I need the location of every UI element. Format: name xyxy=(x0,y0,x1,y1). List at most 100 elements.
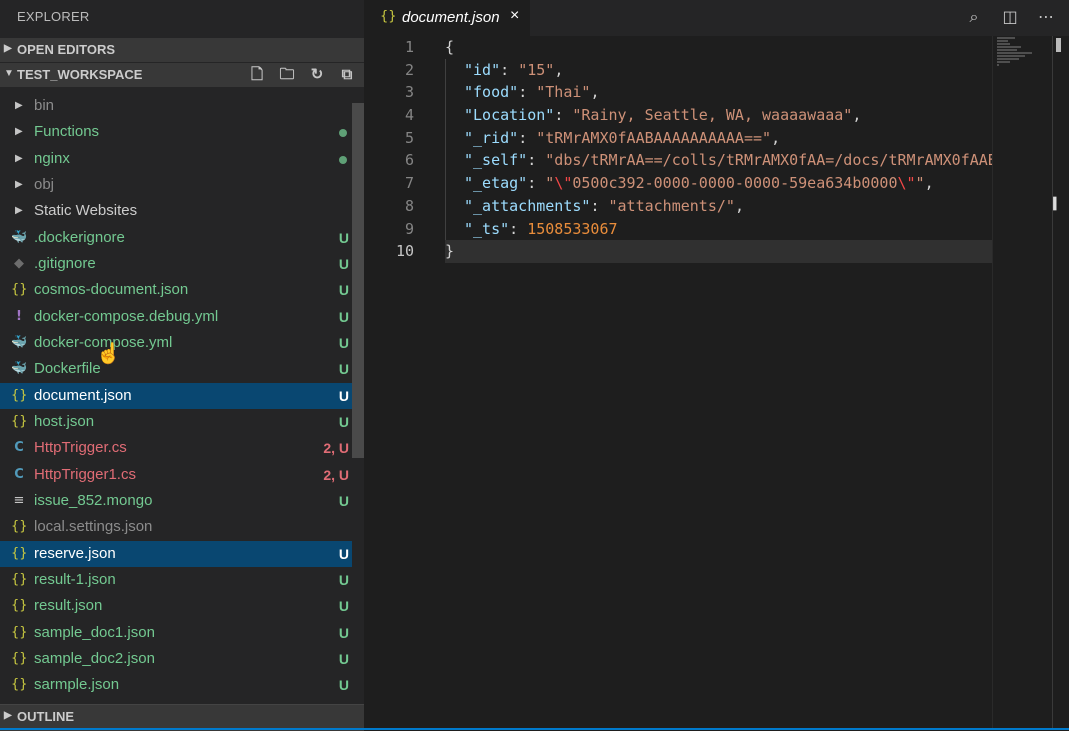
file-item[interactable]: ! docker-compose.debug.yml U xyxy=(0,304,352,330)
editor-scrollbar[interactable] xyxy=(1052,36,1053,730)
code-token: , xyxy=(734,196,744,215)
code-line[interactable]: "food": "Thai", xyxy=(445,81,993,105)
line-number: 6 xyxy=(404,151,414,170)
code-token: "15" xyxy=(518,60,555,79)
git-status-badge: U xyxy=(338,229,349,246)
minimap-line xyxy=(997,46,1021,48)
docker-icon: 🐳 xyxy=(11,361,28,377)
item-label: .dockerignore xyxy=(34,228,125,246)
workspace-actions: 🗋 🗀 ↻ ⧉ xyxy=(236,66,356,84)
folder-item[interactable]: ▶ Static Websites xyxy=(0,198,352,224)
folder-item[interactable]: ▶ obj xyxy=(0,172,352,198)
folder-item[interactable]: ▶ nginx xyxy=(0,146,352,172)
minimap-line xyxy=(997,40,1008,42)
code-line[interactable]: "_rid": "tRMrAMX0fAABAAAAAAAAAA==", xyxy=(445,126,993,150)
collapse-all-icon[interactable]: ⧉ xyxy=(338,66,356,84)
file-item[interactable]: C HttpTrigger1.cs 2, U xyxy=(0,462,352,488)
close-icon[interactable]: × xyxy=(510,7,519,25)
file-item[interactable]: {} sample_doc1.json U xyxy=(0,620,352,646)
file-item[interactable]: {} result.json U xyxy=(0,593,352,619)
file-item[interactable]: {} reserve.json U xyxy=(0,540,352,567)
minimap-line xyxy=(997,43,1011,45)
json-icon: {} xyxy=(11,624,28,640)
minimap-line xyxy=(997,61,1011,63)
file-item[interactable]: 🐳 Dockerfile U xyxy=(0,356,352,382)
file-item[interactable]: {} host.json U xyxy=(0,409,352,435)
code-line[interactable]: "_attachments": "attachments/", xyxy=(445,194,993,218)
line-number: 4 xyxy=(404,106,414,125)
item-label: local.settings.json xyxy=(34,518,153,536)
code-line[interactable]: { xyxy=(445,36,993,59)
code-line[interactable]: "_ts": 1508533067 xyxy=(445,217,993,241)
outline-section[interactable]: ▶ OUTLINE xyxy=(0,704,364,731)
file-item[interactable]: 🐳 .dockerignore U xyxy=(0,225,352,251)
code-line[interactable]: "id": "15", xyxy=(445,58,993,82)
file-item[interactable]: {} local.settings.json xyxy=(0,514,352,540)
minimap-line xyxy=(997,58,1019,60)
folder-item[interactable]: ▶ Functions xyxy=(0,119,352,145)
code-token: : xyxy=(509,219,528,238)
code-editor[interactable]: 1 2 3 4 5 6 7 8 9 10 {"id": "15", "food": "Thai", "… xyxy=(364,36,1069,730)
git-status-badge: U xyxy=(338,545,349,562)
code-token: : xyxy=(527,174,546,193)
file-item[interactable]: 🐳 docker-compose.yml U xyxy=(0,330,352,356)
code-line[interactable]: "_etag": "\"0500c392-0000-0000-0000-59ea… xyxy=(445,172,993,195)
code-token: "dbs/tRMrAA==/colls/tRMrAMX0fAA=/docs/tR… xyxy=(545,151,993,170)
file-item[interactable]: {} cosmos-document.json U xyxy=(0,277,352,303)
folder-item[interactable]: ▶ bin xyxy=(0,93,352,119)
item-label: HttpTrigger.cs xyxy=(34,439,127,457)
line-number: 10 xyxy=(395,242,414,261)
file-item[interactable]: {} sarmple.json U xyxy=(0,672,352,698)
code-line[interactable]: "Location": "Rainy, Seattle, WA, waaaawa… xyxy=(445,104,993,127)
file-item[interactable]: {} sample_doc2.json U xyxy=(0,646,352,672)
new-folder-icon[interactable]: 🗀 xyxy=(278,66,296,84)
file-item[interactable]: ◆ .gitignore U xyxy=(0,251,352,277)
item-label: cosmos-document.json xyxy=(34,281,189,299)
tab-document-json[interactable]: {} document.json × xyxy=(364,0,530,36)
line-number: 7 xyxy=(404,174,414,193)
minimap[interactable] xyxy=(992,36,1053,730)
code-line[interactable]: } xyxy=(445,240,993,263)
chevron-right-icon: ▶ xyxy=(15,205,23,217)
modified-dot-icon xyxy=(339,155,347,164)
refresh-icon[interactable]: ↻ xyxy=(308,66,326,84)
file-item[interactable]: C HttpTrigger.cs 2, U xyxy=(0,435,352,461)
text-lines-icon: ≡ xyxy=(13,492,25,508)
minimap-line xyxy=(997,49,1018,51)
code-token: "Location" xyxy=(464,106,555,125)
git-status-badge: U xyxy=(338,492,349,509)
tab-bar: {} document.json × ⌕ ◫ ⋯ xyxy=(364,0,1069,36)
file-item[interactable]: {} result-1.json U xyxy=(0,567,352,593)
csharp-icon: C xyxy=(14,440,24,456)
item-label: host.json xyxy=(34,412,95,430)
line-number: 2 xyxy=(404,60,414,79)
chevron-right-icon: ▶ xyxy=(15,152,23,164)
json-icon: {} xyxy=(11,571,28,587)
git-status-badge: U xyxy=(338,361,349,378)
open-editors-section[interactable]: ▶ OPEN EDITORS xyxy=(0,38,364,62)
open-changes-icon[interactable]: ⌕ xyxy=(963,7,985,27)
chevron-right-icon: ▶ xyxy=(15,100,23,111)
git-status-badge: U xyxy=(338,598,349,615)
minimap-line xyxy=(997,55,1025,57)
new-file-icon[interactable]: 🗋 xyxy=(248,66,266,84)
line-number: 8 xyxy=(404,196,414,215)
item-label: issue_852.mongo xyxy=(34,491,153,509)
code-token: } xyxy=(445,242,455,261)
split-editor-icon[interactable]: ◫ xyxy=(999,7,1021,26)
workspace-section[interactable]: ▼ TEST_WORKSPACE 🗋 🗀 ↻ ⧉ xyxy=(0,63,364,87)
text-cursor-icon: 𝐈 xyxy=(1052,194,1058,215)
more-actions-icon[interactable]: ⋯ xyxy=(1035,7,1057,26)
sidebar-scrollbar[interactable] xyxy=(352,103,364,458)
code-token: "_ts" xyxy=(464,219,510,238)
file-item[interactable]: ≡ issue_852.mongo U xyxy=(0,488,352,514)
item-label: Functions xyxy=(34,123,100,141)
git-status-badge: 2, U xyxy=(323,466,349,483)
editor-scrollbar-thumb[interactable] xyxy=(1056,38,1061,52)
code-area[interactable]: {"id": "15", "food": "Thai", "Location": "… xyxy=(445,36,993,263)
code-line[interactable]: "_self": "dbs/tRMrAA==/colls/tRMrAMX0fAA… xyxy=(445,149,993,173)
tab-label: document.json xyxy=(402,9,500,26)
file-item[interactable]: {} document.json U xyxy=(0,382,352,409)
item-label: reserve.json xyxy=(34,544,116,562)
code-token: "_rid" xyxy=(464,128,519,147)
